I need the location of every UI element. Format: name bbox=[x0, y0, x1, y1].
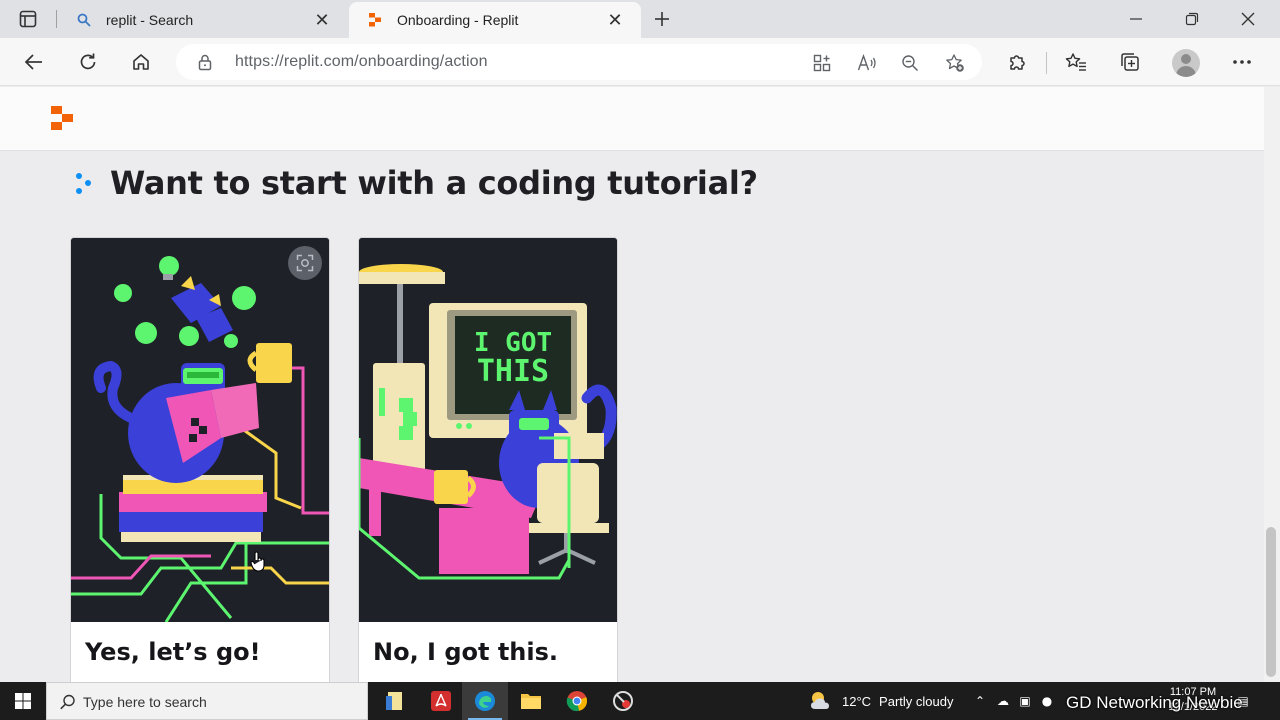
tab-replit-search[interactable]: replit - Search ✕ bbox=[58, 2, 348, 38]
more-horizontal-icon bbox=[1233, 60, 1251, 64]
expand-image-button[interactable] bbox=[288, 246, 322, 280]
video-watermark: GD Networking Newbie bbox=[1066, 693, 1243, 712]
browser-toolbar: https://replit.com/onboarding/action bbox=[0, 38, 1280, 86]
minimize-button[interactable] bbox=[1108, 0, 1164, 38]
device-icon[interactable]: ▣ bbox=[1014, 682, 1036, 720]
acrobat-icon bbox=[431, 691, 451, 711]
folder-icon bbox=[521, 694, 541, 709]
site-header bbox=[0, 87, 1264, 151]
collections-icon bbox=[1121, 53, 1139, 71]
add-favorite-icon[interactable] bbox=[942, 50, 968, 76]
taskbar-app-file-explorer[interactable] bbox=[508, 682, 554, 720]
card-label: No, I got this. bbox=[373, 638, 559, 666]
toolbar-separator bbox=[1046, 52, 1047, 74]
tray-overflow-chevron-icon[interactable]: ⌃ bbox=[970, 682, 990, 720]
plus-icon bbox=[655, 12, 669, 26]
reload-button[interactable] bbox=[71, 46, 105, 78]
address-bar[interactable]: https://replit.com/onboarding/action bbox=[176, 44, 982, 80]
taskbar-app-edge[interactable] bbox=[462, 682, 508, 720]
tab-title: Onboarding - Replit bbox=[397, 12, 519, 28]
taskbar-app-snipping[interactable] bbox=[600, 682, 646, 720]
card-label: Yes, let’s go! bbox=[85, 638, 261, 666]
avatar-head bbox=[1181, 54, 1191, 64]
search-icon bbox=[60, 694, 75, 710]
arrow-left-icon bbox=[24, 54, 42, 70]
browser-tab-strip: replit - Search ✕ Onboarding - Replit ✕ bbox=[0, 0, 1280, 38]
bing-search-favicon-icon bbox=[76, 12, 92, 28]
settings-more-button[interactable] bbox=[1225, 46, 1259, 78]
notes-app-icon bbox=[386, 692, 402, 710]
profile-avatar[interactable] bbox=[1172, 49, 1200, 77]
apps-available-icon[interactable] bbox=[809, 50, 835, 76]
close-icon bbox=[1241, 12, 1255, 26]
chrome-icon bbox=[566, 691, 588, 712]
zoom-out-icon[interactable] bbox=[897, 50, 923, 76]
replit-logo-icon[interactable] bbox=[50, 105, 74, 133]
edge-browser-icon bbox=[475, 691, 495, 711]
tab-actions-icon bbox=[19, 10, 37, 28]
tab-close-icon[interactable]: ✕ bbox=[603, 8, 627, 32]
monitor-screen-line2: THIS bbox=[477, 354, 549, 389]
restore-icon bbox=[1185, 12, 1199, 26]
collections-button[interactable] bbox=[1113, 46, 1147, 78]
new-tab-button[interactable] bbox=[648, 5, 676, 33]
taskbar-app-chrome[interactable] bbox=[554, 682, 600, 720]
tab-separator bbox=[56, 10, 57, 28]
back-button[interactable] bbox=[17, 46, 51, 78]
taskbar-search-box[interactable]: Type here to search bbox=[46, 682, 368, 720]
tab-close-icon[interactable]: ✕ bbox=[310, 8, 334, 32]
lock-icon[interactable] bbox=[196, 53, 214, 71]
focus-icon bbox=[296, 254, 314, 272]
close-window-button[interactable] bbox=[1220, 0, 1276, 38]
mouse-cursor-icon bbox=[250, 551, 265, 572]
cat-reading-book-illustration bbox=[71, 238, 329, 622]
cat-at-computer-illustration: I GOT THIS bbox=[359, 238, 617, 622]
taskbar-app-file-notes[interactable] bbox=[372, 682, 418, 720]
microphone-icon[interactable]: ● bbox=[1036, 682, 1058, 720]
tutorial-yes-card[interactable]: Yes, let’s go! bbox=[70, 237, 330, 682]
tab-title: replit - Search bbox=[106, 12, 194, 28]
replit-dots-icon bbox=[76, 173, 91, 194]
minimize-icon bbox=[1130, 18, 1142, 20]
tab-actions-button[interactable] bbox=[8, 5, 48, 33]
home-icon bbox=[133, 54, 149, 70]
tutorial-no-card[interactable]: I GOT THIS No, I got this. bbox=[358, 237, 618, 682]
cloud-icon[interactable]: ☁ bbox=[992, 682, 1014, 720]
search-placeholder: Type here to search bbox=[83, 694, 207, 710]
windows-logo-icon bbox=[15, 693, 31, 709]
scrollbar-thumb[interactable] bbox=[1266, 527, 1276, 677]
puzzle-icon bbox=[1010, 55, 1025, 70]
partly-cloudy-icon bbox=[811, 692, 829, 709]
snipping-tool-icon bbox=[613, 691, 633, 711]
weather-widget[interactable]: 12°C Partly cloudy bbox=[808, 682, 953, 720]
favorites-list-icon bbox=[1065, 53, 1086, 71]
web-page: Want to start with a coding tutorial? Ye… bbox=[0, 87, 1280, 682]
start-button[interactable] bbox=[0, 682, 46, 720]
tab-onboarding-replit[interactable]: Onboarding - Replit ✕ bbox=[349, 2, 641, 38]
restore-button[interactable] bbox=[1164, 0, 1220, 38]
weather-description: Partly cloudy bbox=[879, 693, 954, 709]
page-heading: Want to start with a coding tutorial? bbox=[110, 164, 758, 202]
home-button[interactable] bbox=[124, 46, 158, 78]
extensions-button[interactable] bbox=[1000, 46, 1034, 78]
replit-favicon-icon bbox=[367, 12, 383, 28]
refresh-icon bbox=[80, 53, 96, 70]
weather-temperature: 12°C bbox=[842, 693, 872, 709]
avatar-body bbox=[1176, 66, 1196, 77]
url-text[interactable]: https://replit.com/onboarding/action bbox=[235, 53, 488, 71]
read-aloud-icon[interactable] bbox=[854, 50, 880, 76]
favorites-button[interactable] bbox=[1059, 46, 1093, 78]
taskbar-app-acrobat[interactable] bbox=[418, 682, 464, 720]
